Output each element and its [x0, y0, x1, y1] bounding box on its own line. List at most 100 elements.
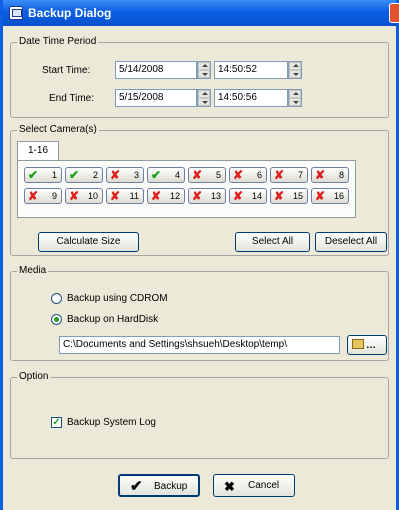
- end-date-field[interactable]: 5/15/2008: [115, 89, 197, 107]
- backup-button[interactable]: ✔ Backup: [118, 474, 200, 497]
- camera-number: 12: [169, 191, 180, 201]
- backup-cdrom-radio[interactable]: [51, 293, 62, 304]
- cancel-button-label: Cancel: [248, 480, 280, 491]
- cross-icon: ✘: [315, 168, 326, 182]
- camera-toggle-5[interactable]: ✘ 5: [188, 167, 226, 183]
- camera-toggle-16[interactable]: ✘ 16: [311, 188, 349, 204]
- cross-icon: ✘: [69, 189, 80, 203]
- spin-down-icon[interactable]: [198, 98, 210, 106]
- camera-number: 13: [210, 191, 221, 201]
- cross-icon: ✘: [315, 189, 326, 203]
- select-cameras-legend: Select Camera(s): [17, 124, 99, 135]
- camera-toggle-8[interactable]: ✘ 8: [311, 167, 349, 183]
- cross-icon: ✘: [192, 168, 203, 182]
- end-time-spinner[interactable]: [288, 89, 302, 107]
- backup-system-log-checkbox[interactable]: ✓: [51, 417, 62, 428]
- spin-up-icon[interactable]: [289, 90, 301, 98]
- spin-up-icon[interactable]: [198, 62, 210, 70]
- spin-up-icon[interactable]: [198, 90, 210, 98]
- spin-down-icon[interactable]: [289, 70, 301, 78]
- deselect-all-button[interactable]: Deselect All: [315, 232, 387, 252]
- camera-number: 10: [87, 191, 98, 201]
- camera-number: 16: [333, 191, 344, 201]
- camera-toggle-2[interactable]: ✔ 2: [65, 167, 103, 183]
- backup-path-field[interactable]: C:\Documents and Settings\shsueh\Desktop…: [59, 336, 340, 354]
- cross-icon: ✘: [192, 189, 203, 203]
- camera-number: 4: [174, 170, 180, 180]
- cross-icon: ✘: [233, 168, 244, 182]
- cross-icon: ✘: [233, 189, 244, 203]
- camera-toggle-7[interactable]: ✘ 7: [270, 167, 308, 183]
- checkmark-icon: ✔: [151, 168, 162, 182]
- browse-folder-button[interactable]: …: [347, 335, 387, 355]
- camera-toggle-6[interactable]: ✘ 6: [229, 167, 267, 183]
- camera-number: 8: [338, 170, 344, 180]
- media-legend: Media: [17, 265, 49, 276]
- camera-number: 11: [129, 191, 139, 201]
- folder-icon: [352, 339, 364, 349]
- camera-toggle-13[interactable]: ✘ 13: [188, 188, 226, 204]
- option-group: Option ✓ Backup System Log: [10, 371, 389, 459]
- tab-cameras-1-16[interactable]: 1-16: [17, 141, 59, 161]
- cross-icon: ✘: [151, 189, 162, 203]
- cross-icon: ✘: [28, 189, 39, 203]
- backup-harddisk-label[interactable]: Backup on HardDisk: [67, 314, 158, 325]
- cross-icon: ✘: [110, 168, 121, 182]
- start-time-spinner[interactable]: [288, 61, 302, 79]
- cross-icon: ✘: [274, 168, 285, 182]
- close-icon: ✖: [224, 479, 235, 494]
- checkmark-icon: ✔: [28, 168, 39, 182]
- camera-number: 5: [215, 170, 221, 180]
- spin-up-icon[interactable]: [289, 62, 301, 70]
- camera-number: 14: [251, 191, 262, 201]
- backup-dialog-window: Backup Dialog Date Time Period Start Tim…: [0, 0, 399, 510]
- end-time-field[interactable]: 14:50:56: [214, 89, 288, 107]
- media-group: Media Backup using CDROM Backup on HardD…: [10, 265, 389, 361]
- camera-number: 6: [256, 170, 262, 180]
- spin-down-icon[interactable]: [289, 98, 301, 106]
- window-title: Backup Dialog: [28, 6, 112, 20]
- checkmark-icon: ✔: [130, 478, 143, 495]
- camera-toggle-9[interactable]: ✘ 9: [24, 188, 62, 204]
- calculate-size-button[interactable]: Calculate Size: [38, 232, 139, 252]
- camera-toggle-4[interactable]: ✔ 4: [147, 167, 185, 183]
- camera-toggle-11[interactable]: ✘ 11: [106, 188, 144, 204]
- title-bar[interactable]: Backup Dialog: [3, 0, 399, 26]
- camera-number: 15: [292, 191, 303, 201]
- end-time-label: End Time:: [49, 93, 95, 104]
- end-date-spinner[interactable]: [197, 89, 211, 107]
- date-time-period-group: Date Time Period Start Time: 5/14/2008 1…: [10, 36, 389, 118]
- camera-toggle-3[interactable]: ✘ 3: [106, 167, 144, 183]
- start-date-spinner[interactable]: [197, 61, 211, 79]
- camera-number: 1: [51, 170, 57, 180]
- app-icon: [9, 6, 23, 20]
- backup-harddisk-radio[interactable]: [51, 314, 62, 325]
- backup-cdrom-label[interactable]: Backup using CDROM: [67, 293, 168, 304]
- spin-down-icon[interactable]: [198, 70, 210, 78]
- cross-icon: ✘: [110, 189, 121, 203]
- camera-toggle-12[interactable]: ✘ 12: [147, 188, 185, 204]
- ellipsis-icon: …: [366, 340, 376, 351]
- camera-tab-panel: ✔ 1 ✔ 2 ✘ 3 ✔ 4 ✘ 5 ✘ 6 ✘ 7 ✘ 8 ✘ 9 ✘ 10 ✘ 11 ✘ 12 ✘ 13 ✘ 14 ✘ 15 ✘ 16: [17, 160, 356, 218]
- backup-button-label: Backup: [154, 481, 188, 492]
- select-cameras-group: Select Camera(s) 1-16 ✔ 1 ✔ 2 ✘ 3 ✔ 4 ✘ 5 ✘ 6 ✘ 7 ✘ 8 ✘ 9…: [10, 124, 389, 256]
- select-all-button[interactable]: Select All: [235, 232, 310, 252]
- camera-toggle-14[interactable]: ✘ 14: [229, 188, 267, 204]
- camera-toggle-1[interactable]: ✔ 1: [24, 167, 62, 183]
- cancel-button[interactable]: ✖ Cancel: [213, 474, 295, 497]
- option-legend: Option: [17, 371, 51, 382]
- date-time-period-legend: Date Time Period: [17, 36, 99, 47]
- camera-toggle-10[interactable]: ✘ 10: [65, 188, 103, 204]
- cross-icon: ✘: [274, 189, 285, 203]
- start-date-field[interactable]: 5/14/2008: [115, 61, 197, 79]
- camera-toggle-15[interactable]: ✘ 15: [270, 188, 308, 204]
- start-time-label: Start Time:: [42, 65, 91, 76]
- camera-number: 2: [92, 170, 98, 180]
- checkmark-icon: ✔: [69, 168, 80, 182]
- camera-number: 9: [51, 191, 57, 201]
- camera-number: 7: [297, 170, 303, 180]
- backup-system-log-label[interactable]: Backup System Log: [67, 417, 156, 428]
- camera-number: 3: [133, 170, 139, 180]
- start-time-field[interactable]: 14:50:52: [214, 61, 288, 79]
- close-button[interactable]: [389, 3, 399, 23]
